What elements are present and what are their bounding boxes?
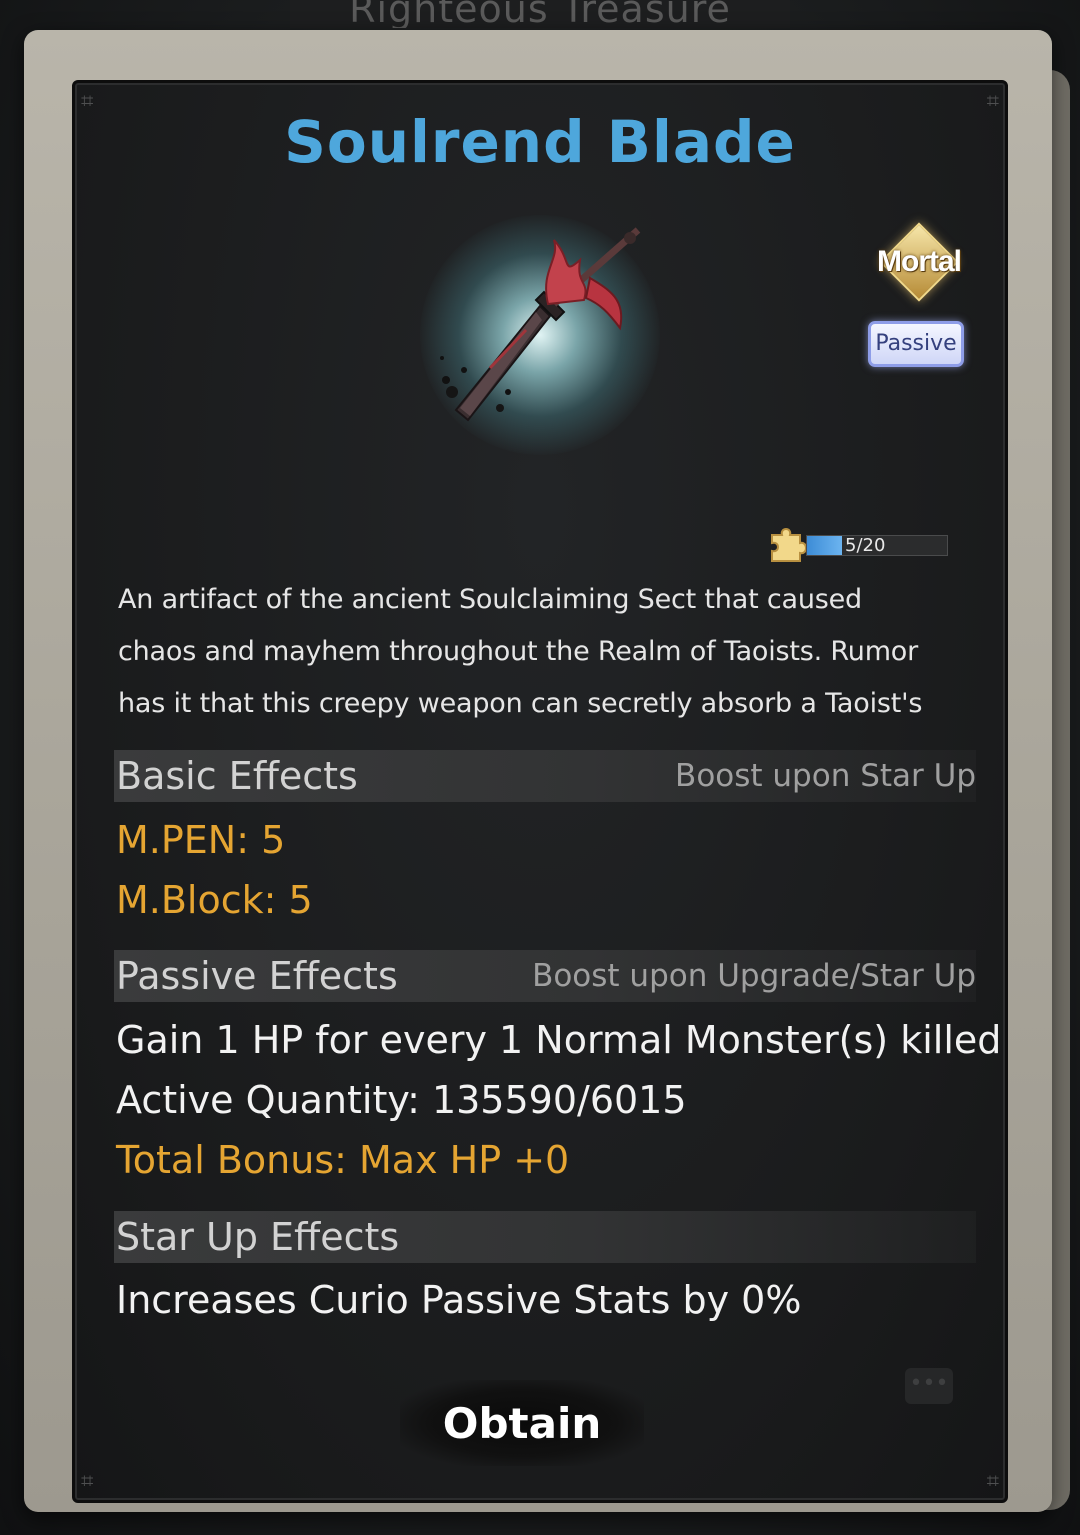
active-quantity: Active Quantity: 135590/6015 — [116, 1078, 687, 1122]
star-up-effect-text: Increases Curio Passive Stats by 0% — [116, 1278, 802, 1322]
corner-ornament-icon: ⌗ — [81, 1469, 94, 1494]
passive-effects-title: Passive Effects — [116, 954, 398, 998]
basic-effects-title: Basic Effects — [116, 754, 358, 798]
basic-effect-line: M.Block: 5 — [116, 878, 313, 922]
corner-ornament-icon: ⌗ — [986, 1469, 999, 1494]
chat-bubble-icon: ••• — [905, 1368, 953, 1404]
obtain-button[interactable]: Obtain — [400, 1380, 644, 1466]
description-line: chaos and mayhem throughout the Realm of… — [118, 636, 919, 667]
type-badge: Passive — [868, 321, 964, 367]
basic-effect-line: M.PEN: 5 — [116, 818, 286, 862]
item-description: An artifact of the ancient Soulclaiming … — [118, 574, 948, 730]
shard-progress-bar: 5/20 — [806, 535, 948, 556]
blade-icon — [440, 227, 641, 422]
passive-effect-text: Gain 1 HP for every 1 Normal Monster(s) … — [116, 1018, 1002, 1062]
description-line: An artifact of the ancient Soulclaiming … — [118, 584, 862, 615]
rank-label: Mortal — [877, 245, 962, 278]
total-bonus: Total Bonus: Max HP +0 — [116, 1138, 570, 1182]
basic-effects-hint: Boost upon Star Up — [675, 758, 976, 794]
star-up-effects-title: Star Up Effects — [116, 1215, 400, 1259]
passive-effects-hint: Boost upon Upgrade/Star Up — [532, 958, 976, 994]
description-line: has it that this creepy weapon can secre… — [118, 688, 923, 719]
shard-progress-label: 5/20 — [845, 535, 886, 556]
background-header-title: Righteous Treasure — [290, 0, 790, 28]
item-name: Soulrend Blade — [284, 108, 796, 176]
rank-badge: Mortal — [877, 222, 962, 302]
shard-progress-fill — [807, 536, 842, 555]
obtain-button-label: Obtain — [442, 1398, 602, 1448]
